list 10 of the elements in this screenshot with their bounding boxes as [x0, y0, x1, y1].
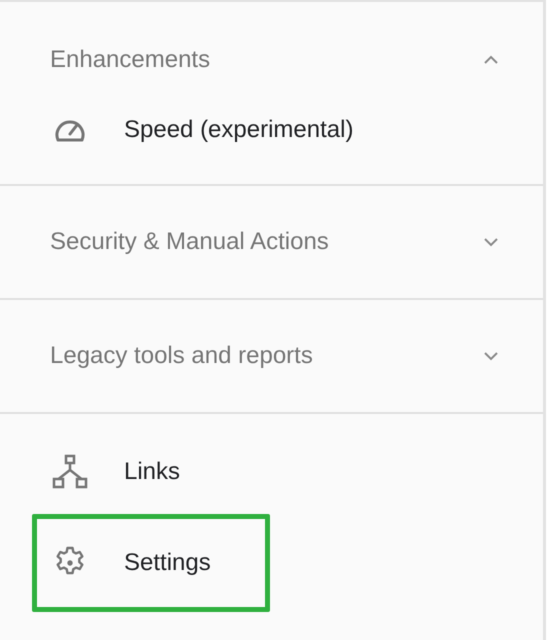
nav-item[interactable]: Settings: [32, 514, 270, 612]
sitemap-icon: [52, 454, 88, 490]
section-header[interactable]: Enhancements: [0, 32, 543, 88]
nav-item[interactable]: Links: [0, 430, 543, 514]
section-title: Legacy tools and reports: [50, 342, 313, 370]
section-header[interactable]: Legacy tools and reports: [0, 300, 543, 412]
nav-item[interactable]: Speed (experimental): [0, 88, 543, 172]
section-header[interactable]: Security & Manual Actions: [0, 186, 543, 298]
section-title: Security & Manual Actions: [50, 228, 329, 256]
section-title: Enhancements: [50, 46, 210, 74]
